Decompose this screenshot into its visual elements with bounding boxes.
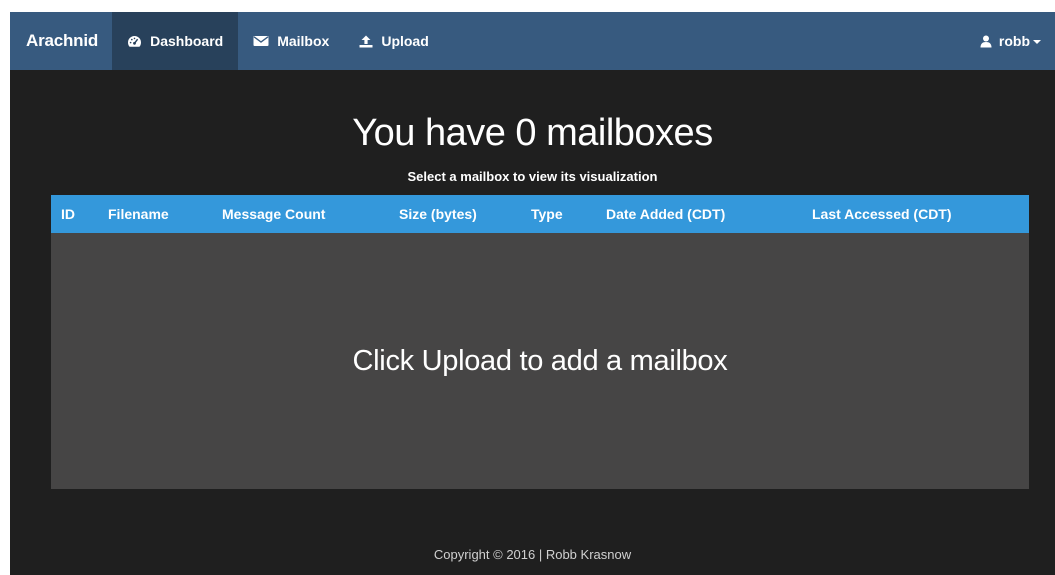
user-name: robb [998, 33, 1030, 49]
column-header-type[interactable]: Type [531, 195, 563, 233]
user-menu-dropdown[interactable]: robb [970, 12, 1055, 70]
column-header-date-added[interactable]: Date Added (CDT) [606, 195, 725, 233]
envelope-icon [253, 36, 269, 46]
nav-item-mailbox[interactable]: Mailbox [238, 12, 344, 70]
column-header-last-accessed[interactable]: Last Accessed (CDT) [812, 195, 952, 233]
footer-copyright: Copyright © 2016 | Robb Krasnow [433, 547, 632, 562]
nav-item-dashboard[interactable]: Dashboard [112, 12, 239, 70]
brand-logo[interactable]: Arachnid [10, 12, 112, 70]
nav-item-upload[interactable]: Upload [344, 12, 443, 70]
column-header-message-count[interactable]: Message Count [222, 195, 325, 233]
dashboard-icon [128, 35, 142, 47]
column-header-filename[interactable]: Filename [108, 195, 169, 233]
navbar: Arachnid Dashboard Mailbox Upload robb [10, 12, 1055, 70]
caret-down-icon [1033, 40, 1041, 44]
upload-icon [359, 35, 373, 47]
nav-item-label: Upload [381, 33, 429, 49]
mailbox-table-body: Click Upload to add a mailbox [51, 233, 1029, 489]
mailbox-table-header: ID Filename Message Count Size (bytes) T… [51, 195, 1029, 233]
column-header-id[interactable]: ID [61, 195, 75, 233]
nav-item-label: Dashboard [150, 33, 224, 49]
page-title: You have 0 mailboxes [352, 112, 713, 154]
empty-state-message: Click Upload to add a mailbox [352, 344, 728, 377]
app-window: Arachnid Dashboard Mailbox Upload robb Y… [10, 12, 1055, 575]
user-icon [980, 35, 992, 47]
page-subtitle: Select a mailbox to view its visualizati… [407, 169, 658, 184]
column-header-size[interactable]: Size (bytes) [399, 195, 477, 233]
nav-item-label: Mailbox [277, 33, 330, 49]
navbar-spacer [444, 12, 970, 70]
